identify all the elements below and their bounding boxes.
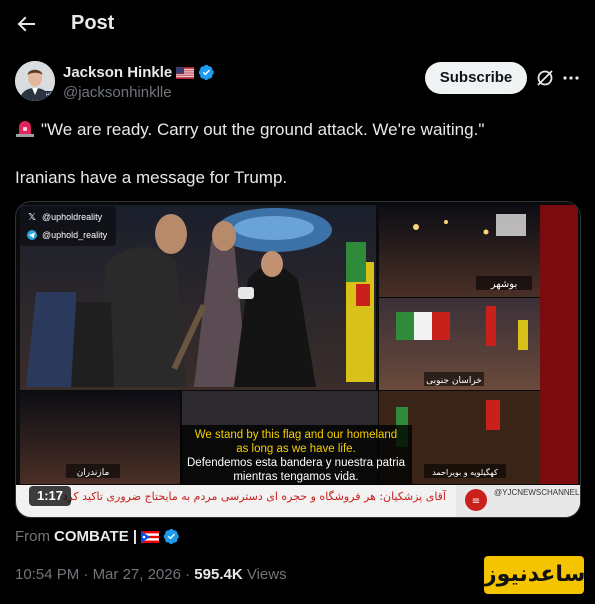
watermark-x-handle: @upholdreality [42,212,103,222]
city-label-1: بوشهر [490,279,517,290]
subscribe-button[interactable]: Subscribe [425,62,527,94]
top-bar: Post [0,0,595,48]
verified-badge-icon[interactable] [163,528,180,545]
site-watermark: ساعدنیوز [484,556,585,594]
city-label-3: مازندران [77,468,110,478]
page-title: Post [71,12,115,34]
tweet-quote: "We are ready. Carry out the ground atta… [41,120,485,139]
caption-es-line-1: Defendemos esta bandera y nuestra patria [187,457,406,469]
siren-emoji-icon [16,121,34,137]
caption-en-line-1: We stand by this flag and our homeland [195,429,397,441]
tweet-line-2: Iranians have a message for Trump. [15,168,288,187]
watermark-telegram-handle: @uphold_reality [42,230,108,240]
city-label-4: کهگیلویه و بویراحمد [432,467,498,477]
x-logo-icon: 𝕏 [28,212,36,223]
author-name-row[interactable]: Jackson Hinkle [63,64,215,81]
author-handle[interactable]: @jacksonhinklle [63,84,172,101]
tweet-line-1: "We are ready. Carry out the ground atta… [15,118,580,142]
source-attribution: From COMBATE | [15,528,180,545]
news-ticker: آقای پزشکیان: هر فروشگاه و حجره ای دسترس… [62,489,446,503]
caption-en-line-2: as long as we have life. [236,443,356,455]
caption-es-line-2: mientras tengamos vida. [233,471,358,483]
post-time[interactable]: 10:54 PM [15,566,79,583]
puerto-rico-flag-icon [141,530,160,543]
post-date[interactable]: Mar 27, 2026 [93,566,181,583]
source-account-name[interactable]: COMBATE | [54,528,137,545]
views-label: Views [242,566,287,583]
svg-text:≡: ≡ [472,496,480,507]
video-player[interactable]: بوشهر خراسان جنوبی مازندران کهگیلویه و ب… [15,201,581,518]
avatar[interactable]: HP [15,61,55,101]
tweet-text: "We are ready. Carry out the ground atta… [15,118,580,190]
video-frame[interactable]: بوشهر خراسان جنوبی مازندران کهگیلویه و ب… [16,202,581,518]
verified-badge-icon[interactable] [198,64,215,81]
author-name[interactable]: Jackson Hinkle [63,64,172,81]
back-arrow-icon[interactable] [14,12,38,36]
grok-icon[interactable] [535,68,555,88]
avatar-badge: HP [46,93,54,99]
city-label-2: خراسان جنوبی [426,376,482,386]
views-count: 595.4K [194,566,243,583]
more-options-icon[interactable] [562,68,580,88]
us-flag-icon [176,66,195,79]
channel-tag: @YJCNEWSCHANNEL [494,488,580,497]
video-duration: 1:17 [29,486,71,506]
from-prefix: From [15,528,50,545]
post-metadata: 10:54 PM · Mar 27, 2026 · 595.4K Views [15,566,287,583]
